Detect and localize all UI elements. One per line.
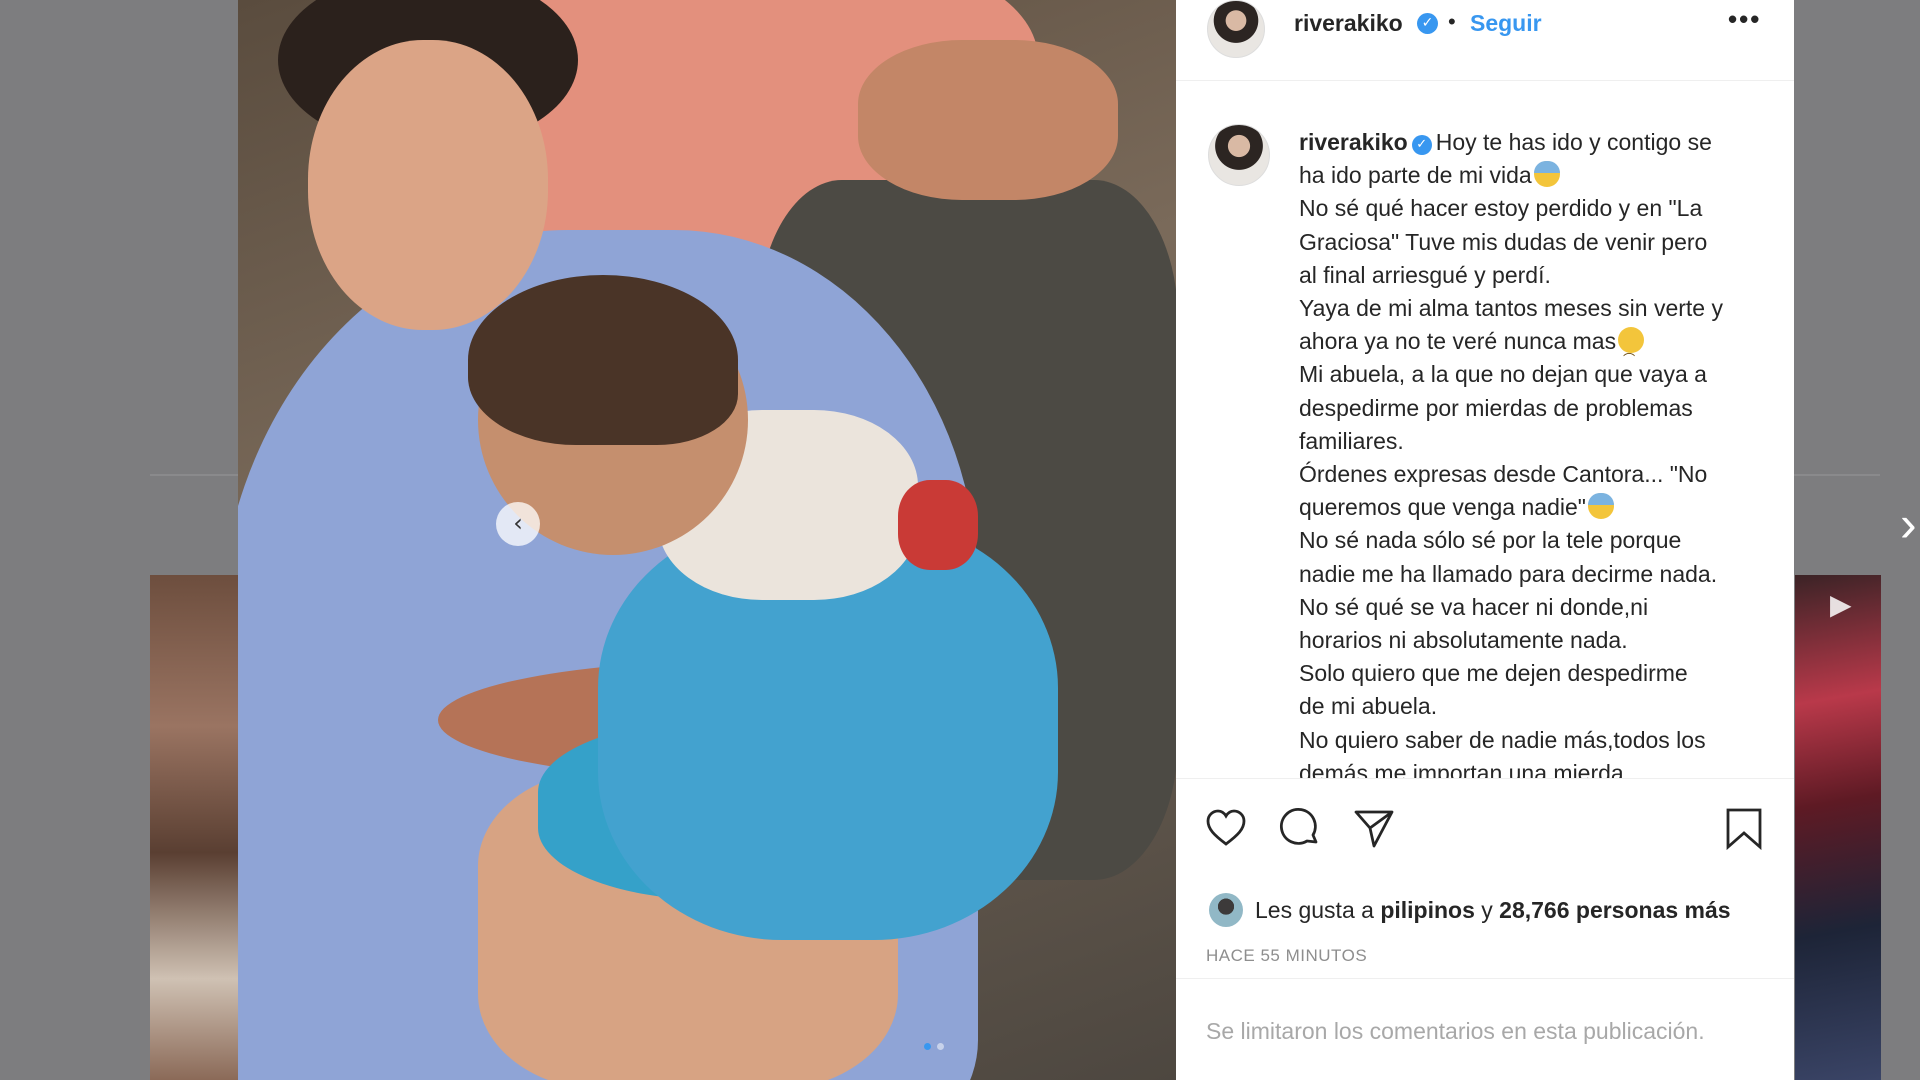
photo-shape [468, 275, 738, 445]
sad-face-emoji-icon [1618, 327, 1645, 368]
post-side-panel: riverakiko ✓ • Seguir ••• riverakiko ✓ Hoy… [1176, 0, 1794, 1080]
caption-line: familiares. [1299, 427, 1404, 454]
more-options-button[interactable]: ••• [1728, 4, 1761, 35]
follow-button[interactable]: Seguir [1470, 10, 1542, 37]
caption-line: demás me importan una mierda [1299, 759, 1624, 778]
next-post-arrow-icon[interactable]: › [1900, 498, 1920, 550]
heart-icon[interactable] [1204, 806, 1248, 850]
caption-text: Hoy te has ido y contigo se [1435, 129, 1712, 155]
header-separator: • [1448, 9, 1456, 34]
caption-line: al final arriesgué y perdí. [1299, 261, 1551, 288]
caption-line: No quiero saber de nadie más,todos los [1299, 726, 1706, 753]
caption-line: riverakiko ✓ Hoy te has ido y contigo se [1299, 126, 1769, 159]
caption-line: ha ido parte de mi vida [1299, 159, 1769, 192]
caption-line: Graciosa" Tuve mis dudas de venir pero [1299, 228, 1708, 255]
caption-line: Solo quiero que me dejen despedirme [1299, 660, 1688, 687]
comment-icon[interactable] [1278, 806, 1322, 850]
fearful-face-emoji-icon [1587, 493, 1614, 520]
caption-line: horarios ni absolutamente nada. [1299, 627, 1628, 654]
header-username[interactable]: riverakiko [1294, 10, 1403, 37]
caption-line: No sé nada sólo sé por la tele porque [1299, 527, 1682, 554]
chevron-left-icon: ‹ [513, 509, 523, 537]
liker-username[interactable]: pilipinos [1380, 897, 1475, 924]
likes-prefix: Les gusta a [1255, 896, 1374, 923]
photo-shape [898, 480, 978, 570]
likes-count-link[interactable]: 28,766 personas más [1499, 897, 1730, 924]
caption-line: No sé qué hacer estoy perdido y en "La [1299, 195, 1703, 222]
carousel-indicator [924, 1043, 944, 1050]
likes-summary: Les gusta a pilipinos y 28,766 personas … [1209, 892, 1731, 928]
avatar[interactable] [1207, 0, 1265, 58]
actions-divider [1176, 778, 1794, 781]
caption-line: No sé qué se va hacer ni donde,ni [1299, 593, 1649, 620]
photo-shape [308, 40, 548, 330]
carousel-dot [937, 1043, 944, 1050]
share-paper-plane-icon[interactable] [1352, 806, 1396, 850]
caption-text: queremos que venga nadie" [1299, 494, 1586, 521]
caption-line: Órdenes expresas desde Cantora... "No [1299, 461, 1708, 488]
comments-limited-notice: Se limitaron los comentarios en esta pub… [1206, 1018, 1705, 1044]
comments-divider [1176, 978, 1794, 979]
caption-line: ahora ya no te veré nunca mas [1299, 325, 1769, 368]
caption-line: queremos que venga nadie" [1299, 491, 1769, 524]
carousel-dot-active [924, 1043, 931, 1050]
caption-scroll-area[interactable]: riverakiko ✓ Hoy te has ido y contigo se h… [1176, 82, 1794, 778]
play-icon: ▶ [1830, 589, 1852, 620]
verified-badge-icon: ✓ [1417, 13, 1438, 34]
liker-avatar[interactable] [1209, 893, 1243, 927]
caption-line: despedirme por mierdas de problemas [1299, 394, 1693, 421]
caption-avatar[interactable] [1208, 124, 1270, 186]
caption-username[interactable]: riverakiko [1299, 129, 1408, 155]
bookmark-icon[interactable] [1722, 806, 1766, 850]
carousel-prev-button[interactable]: ‹ [496, 502, 540, 546]
caption-text: ha ido parte de mi vida [1299, 162, 1532, 189]
post-timestamp[interactable]: HACE 55 MINUTOS [1206, 946, 1367, 966]
post-caption: riverakiko ✓ Hoy te has ido y contigo se h… [1299, 126, 1769, 778]
caption-text: ahora ya no te veré nunca mas [1299, 328, 1617, 355]
background-thumbnail-left [150, 575, 240, 1080]
post-header: riverakiko ✓ • Seguir ••• [1176, 0, 1794, 81]
background-thumbnail-right [1795, 575, 1881, 1080]
likes-connector: y [1481, 896, 1493, 923]
caption-line: de mi abuela. [1299, 693, 1438, 720]
caption-line: Mi abuela, a la que no dejan que vaya a [1299, 361, 1707, 388]
photo-shape [858, 40, 1118, 200]
verified-badge-icon: ✓ [1411, 135, 1432, 155]
caption-line: Yaya de mi alma tantos meses sin verte y [1299, 295, 1723, 322]
caption-line: nadie me ha llamado para decirme nada. [1299, 560, 1718, 587]
post-photo: ‹ › [238, 0, 1176, 1080]
fearful-face-emoji-icon [1533, 161, 1560, 188]
